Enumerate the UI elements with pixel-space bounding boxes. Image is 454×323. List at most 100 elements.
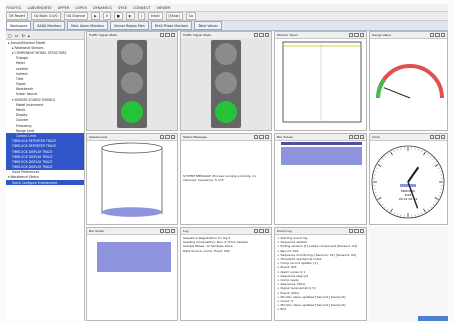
panel-title: Gauge Value xyxy=(372,33,392,37)
maximize-icon[interactable] xyxy=(165,134,170,140)
gauge-needle xyxy=(383,87,411,99)
window-controls[interactable] xyxy=(159,32,175,38)
window-controls[interactable] xyxy=(348,32,364,38)
maximize-icon[interactable] xyxy=(435,134,440,140)
close-icon[interactable] xyxy=(264,228,269,234)
minimize-icon[interactable] xyxy=(429,134,434,140)
layout-icon[interactable]: ◧ xyxy=(125,12,135,20)
gauge-arc-green xyxy=(376,78,386,99)
maximize-icon[interactable] xyxy=(354,134,359,140)
green-lamp xyxy=(121,101,143,123)
vessel xyxy=(101,142,163,217)
bar-graph-panel: Bar Graph xyxy=(86,227,178,321)
traffic-light xyxy=(117,40,147,128)
gauge-panel: Gauge Value xyxy=(369,31,448,131)
maximize-icon[interactable] xyxy=(259,134,264,140)
maximize-icon[interactable] xyxy=(259,32,264,38)
pause-icon[interactable]: II xyxy=(102,12,111,20)
tab-phase-monitors[interactable]: Mnt2.Phase Monitors xyxy=(150,21,193,30)
menu-item[interactable]: CONNECT xyxy=(133,6,151,10)
window-controls[interactable] xyxy=(429,32,445,38)
panel-title: Event Log xyxy=(277,229,292,233)
sidebar: □ ▭ ↻ ▴ ▸ Sensor/Machine Model ▸ Rotation… xyxy=(6,31,85,321)
yellow-lamp xyxy=(121,72,143,94)
tab-alarm-monitors[interactable]: Mod. Alarm Monitors xyxy=(67,21,109,30)
window-controls[interactable] xyxy=(159,134,175,140)
close-icon[interactable] xyxy=(170,134,175,140)
toolbar-button[interactable]: Go xyxy=(185,12,197,20)
close-icon[interactable] xyxy=(170,228,175,234)
panel-title: Status Message xyxy=(183,135,207,139)
toolbar-button[interactable]: Go Back: 0.0/0 xyxy=(31,12,61,20)
close-icon[interactable] xyxy=(359,32,364,38)
maximize-icon[interactable] xyxy=(259,228,264,234)
window-controls[interactable] xyxy=(253,228,269,234)
minimize-icon[interactable] xyxy=(348,228,353,234)
vessel-fill xyxy=(102,207,162,217)
close-icon[interactable] xyxy=(359,228,364,234)
close-icon[interactable] xyxy=(170,32,175,38)
minimize-icon[interactable] xyxy=(159,32,164,38)
window-controls[interactable] xyxy=(253,32,269,38)
empty-area xyxy=(369,227,448,321)
minimize-icon[interactable] xyxy=(429,32,434,38)
play-icon[interactable]: ▶ xyxy=(91,12,100,20)
toolbar-separator: | xyxy=(137,12,145,20)
panel-title: Log xyxy=(183,229,189,233)
menu-item[interactable]: UPPER xyxy=(58,6,70,10)
window-controls[interactable] xyxy=(253,134,269,140)
event-log-line: > End xyxy=(277,307,287,312)
toolbar-button[interactable]: OK Revert xyxy=(6,12,29,20)
toolbar-button[interactable]: [Show] xyxy=(165,12,183,20)
menu-item[interactable]: VIEWER xyxy=(157,6,171,10)
event-log-body: > Starting event log > Sequence started > … xyxy=(275,234,366,320)
panel-title: Traffic Signal State xyxy=(183,33,212,37)
maximize-icon[interactable] xyxy=(354,32,359,38)
tab-workspace[interactable]: Workspace xyxy=(6,21,32,30)
window-controls[interactable] xyxy=(348,228,364,234)
window-controls[interactable] xyxy=(159,228,175,234)
taskbar-indicator xyxy=(418,316,448,321)
stop-icon[interactable]: ■ xyxy=(113,12,123,20)
close-icon[interactable] xyxy=(264,32,269,38)
clock-readout-box xyxy=(400,184,416,187)
collapse-icon[interactable]: ▴ xyxy=(28,33,30,38)
refresh-icon[interactable]: ↻ xyxy=(22,33,25,38)
minimize-icon[interactable] xyxy=(253,228,258,234)
tab-sensor-region[interactable]: Sensor Region Mon xyxy=(110,21,149,30)
panel-title: Bar Values xyxy=(277,135,293,139)
menu-item[interactable]: DYNAMICS xyxy=(93,6,112,10)
maximize-icon[interactable] xyxy=(354,228,359,234)
close-icon[interactable] xyxy=(359,134,364,140)
minimize-icon[interactable] xyxy=(348,32,353,38)
analog-clock: PROCESS IDLE 00:21 02:14 xyxy=(371,145,445,219)
minimize-icon[interactable] xyxy=(253,134,258,140)
close-icon[interactable] xyxy=(440,32,445,38)
event-log-panel: Event Log > Starting event log > Sequence… xyxy=(274,227,367,321)
vessel-panel: Vessel Level xyxy=(86,133,178,225)
menu-item[interactable]: FIOLYTIC xyxy=(6,6,21,10)
new-icon[interactable]: □ xyxy=(8,33,12,38)
bar-fill xyxy=(97,242,171,272)
tab-bada-monitors[interactable]: BADA Monitors xyxy=(33,21,66,30)
minimize-icon[interactable] xyxy=(253,32,258,38)
arc-gauge xyxy=(376,64,444,99)
window-controls[interactable] xyxy=(348,134,364,140)
menu-item[interactable]: SYSE xyxy=(118,6,127,10)
maximize-icon[interactable] xyxy=(165,228,170,234)
window-controls[interactable] xyxy=(429,134,445,140)
folder-icon[interactable]: ▭ xyxy=(15,33,19,38)
maximize-icon[interactable] xyxy=(165,32,170,38)
tree-item[interactable]: Quick Configure Environment xyxy=(6,180,84,186)
menu-item[interactable]: LOPEX xyxy=(75,6,87,10)
close-icon[interactable] xyxy=(440,134,445,140)
close-icon[interactable] xyxy=(264,134,269,140)
menu-item[interactable]: LABVIEW/RTE xyxy=(27,6,51,10)
minimize-icon[interactable] xyxy=(159,134,164,140)
tab-table-values[interactable]: Table Values xyxy=(194,21,222,30)
toolbar-button[interactable]: OA Channel xyxy=(63,12,89,20)
maximize-icon[interactable] xyxy=(435,32,440,38)
minimize-icon[interactable] xyxy=(348,134,353,140)
toolbar-button[interactable]: Initial xyxy=(147,12,163,20)
minimize-icon[interactable] xyxy=(159,228,164,234)
